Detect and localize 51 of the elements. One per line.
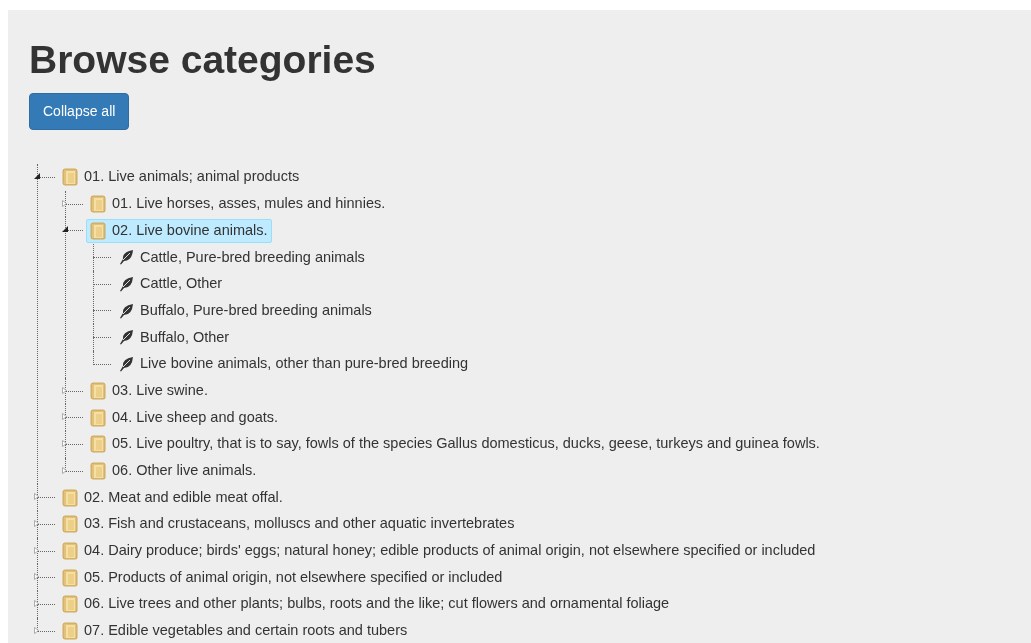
expand-icon[interactable] xyxy=(62,439,67,447)
folder-node[interactable]: 05. Live poultry, that is to say, fowls of the species Gallus domesticus, ducks, geese, turkeys and guinea fowls. xyxy=(86,432,824,457)
leaf-node[interactable]: Buffalo, Pure-bred breeding animals xyxy=(114,298,376,323)
folder-icon xyxy=(62,541,78,560)
leaf-icon xyxy=(118,249,134,266)
folder-node[interactable]: 04. Live sheep and goats. xyxy=(86,405,283,430)
expand-icon[interactable] xyxy=(62,386,67,394)
folder-node[interactable]: 06. Other live animals. xyxy=(86,458,261,483)
folder-node[interactable]: 02. Live bovine animals. xyxy=(86,218,272,243)
leaf-node[interactable]: Cattle, Other xyxy=(114,272,227,297)
expand-icon[interactable] xyxy=(34,493,39,501)
folder-node[interactable]: 03. Live swine. xyxy=(86,378,212,403)
folder-icon xyxy=(90,408,106,427)
leaf-node[interactable]: Buffalo, Other xyxy=(114,325,234,350)
folder-icon xyxy=(62,168,78,187)
folder-icon xyxy=(90,381,106,400)
folder-node[interactable]: 01. Live horses, asses, mules and hinnies. xyxy=(86,192,390,217)
folder-node[interactable]: 07. Edible vegetables and certain roots and tubers xyxy=(58,619,412,643)
expand-icon[interactable] xyxy=(34,546,39,554)
folder-node[interactable]: 04. Dairy produce; birds' eggs; natural honey; edible products of animal origin, not elsewhere specified or included xyxy=(58,538,820,563)
expand-icon[interactable] xyxy=(34,519,39,527)
folder-node[interactable]: 05. Products of animal origin, not elsewhere specified or included xyxy=(58,565,507,590)
collapse-all-button[interactable]: Collapse all xyxy=(29,93,130,130)
folder-node[interactable]: 02. Meat and edible meat offal. xyxy=(58,485,287,510)
folder-icon xyxy=(90,221,106,240)
page-title: Browse categories xyxy=(29,38,376,82)
expand-icon[interactable] xyxy=(34,600,39,607)
leaf-node[interactable]: Cattle, Pure-bred breeding animals xyxy=(114,245,369,270)
folder-node[interactable]: 06. Live trees and other plants; bulbs, roots and the like; cut flowers and ornamental foliage xyxy=(58,592,674,617)
expand-icon[interactable] xyxy=(62,199,67,207)
leaf-node[interactable]: Live bovine animals, other than pure-bred breeding xyxy=(114,352,473,377)
leaf-icon xyxy=(118,302,134,319)
collapse-icon[interactable] xyxy=(34,173,40,179)
expand-icon[interactable] xyxy=(34,573,39,581)
expand-icon[interactable] xyxy=(34,626,39,634)
folder-icon xyxy=(62,622,78,641)
folder-icon xyxy=(62,595,78,614)
folder-icon xyxy=(62,515,78,534)
leaf-icon xyxy=(118,356,134,373)
folder-icon xyxy=(62,488,78,507)
folder-icon xyxy=(62,568,78,587)
folder-icon xyxy=(90,195,106,214)
expand-icon[interactable] xyxy=(62,413,67,421)
leaf-icon xyxy=(118,276,134,293)
leaf-icon xyxy=(118,329,134,346)
folder-node[interactable]: 03. Fish and crustaceans, molluscs and other aquatic invertebrates xyxy=(58,512,519,537)
collapse-icon[interactable] xyxy=(62,226,68,233)
expand-icon[interactable] xyxy=(62,466,67,474)
folder-icon xyxy=(90,461,106,480)
folder-node[interactable]: 01. Live animals; animal products xyxy=(58,165,304,190)
folder-icon xyxy=(90,435,106,454)
